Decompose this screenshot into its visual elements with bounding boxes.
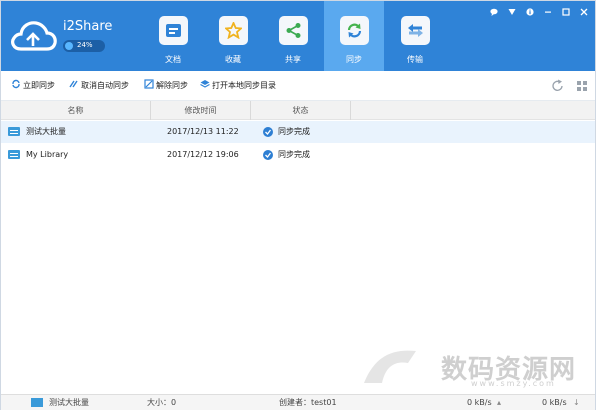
check-circle-icon bbox=[263, 127, 273, 137]
storage-usage-badge: 24% bbox=[63, 40, 105, 52]
toolbar: 立即同步 取消自动同步 解除同步 打开本地同步目录 bbox=[1, 71, 595, 101]
tab-label: 收藏 bbox=[225, 55, 241, 64]
maximize-icon[interactable] bbox=[560, 5, 572, 19]
chat-icon[interactable] bbox=[488, 5, 500, 19]
wifi-icon[interactable] bbox=[506, 5, 518, 19]
unsync-button[interactable]: 解除同步 bbox=[144, 79, 188, 93]
upload-arrow-icon: ▴ bbox=[497, 398, 502, 407]
upload-speed: 0 kB/s bbox=[467, 398, 492, 407]
cancel-auto-sync-icon bbox=[69, 80, 78, 88]
tab-label: 共享 bbox=[285, 55, 301, 64]
check-circle-icon bbox=[263, 150, 273, 160]
tab-label: 同步 bbox=[346, 55, 362, 64]
sync-folder-icon bbox=[8, 150, 20, 159]
tab-sync[interactable]: 同步 bbox=[324, 1, 384, 71]
sync-now-button[interactable]: 立即同步 bbox=[11, 79, 55, 93]
header-bar: i2Share 24% 文档 收藏 共享 同步 传输 bbox=[1, 1, 595, 71]
column-header-modified[interactable]: 修改时间 bbox=[151, 101, 251, 120]
info-icon[interactable] bbox=[524, 5, 536, 19]
tab-label: 传输 bbox=[407, 55, 423, 64]
tab-documents[interactable]: 文档 bbox=[143, 1, 203, 71]
unsync-label: 解除同步 bbox=[156, 81, 188, 90]
cloud-logo-icon bbox=[11, 21, 57, 51]
column-header-status[interactable]: 状态 bbox=[251, 101, 351, 120]
sync-now-label: 立即同步 bbox=[23, 81, 55, 90]
close-icon[interactable] bbox=[578, 5, 590, 19]
table-header: 名称 修改时间 状态 bbox=[1, 101, 595, 120]
status-size: 大小：0 bbox=[147, 398, 177, 407]
column-header-name[interactable]: 名称 bbox=[1, 101, 151, 120]
download-speed: 0 kB/s bbox=[542, 398, 567, 407]
share-icon bbox=[279, 16, 308, 45]
row-time: 2017/12/12 19:06 bbox=[167, 150, 239, 159]
star-icon bbox=[219, 16, 248, 45]
watermark-url: www.smzy.com bbox=[471, 379, 556, 388]
sync-now-icon bbox=[12, 79, 20, 89]
tab-label: 文档 bbox=[165, 55, 181, 64]
sync-folder-icon bbox=[8, 127, 20, 136]
row-status: 同步完成 bbox=[278, 127, 310, 136]
layers-icon bbox=[200, 80, 210, 88]
cancel-auto-sync-button[interactable]: 取消自动同步 bbox=[69, 79, 129, 93]
grid-view-icon[interactable] bbox=[575, 79, 589, 93]
cancel-auto-sync-label: 取消自动同步 bbox=[81, 81, 129, 90]
unsync-icon bbox=[144, 79, 154, 89]
row-name: My Library bbox=[26, 150, 69, 159]
status-bar: 测试大批量 大小：0 创建者：test01 0 kB/s ▴ 0 kB/s ↓ bbox=[1, 394, 595, 410]
transfer-icon bbox=[401, 16, 430, 45]
table-row[interactable]: 测试大批量 2017/12/13 11:22 同步完成 bbox=[1, 121, 595, 143]
usage-dot-icon bbox=[65, 42, 73, 50]
app-window: i2Share 24% 文档 收藏 共享 同步 传输 立即同步 取消自动同步 解… bbox=[0, 0, 596, 410]
tab-transfer[interactable]: 传输 bbox=[385, 1, 445, 71]
status-selected-name: 测试大批量 bbox=[49, 398, 89, 407]
download-arrow-icon: ↓ bbox=[573, 398, 580, 407]
row-name: 测试大批量 bbox=[26, 127, 66, 136]
row-time: 2017/12/13 11:22 bbox=[167, 127, 239, 136]
sync-icon bbox=[340, 16, 369, 45]
usage-percent: 24% bbox=[77, 41, 93, 49]
status-creator: 创建者：test01 bbox=[279, 398, 337, 407]
minimize-icon[interactable] bbox=[542, 5, 554, 19]
app-name: i2Share bbox=[63, 19, 113, 34]
refresh-icon[interactable] bbox=[551, 79, 565, 93]
table-row[interactable]: My Library 2017/12/12 19:06 同步完成 bbox=[1, 144, 595, 166]
sync-folder-icon bbox=[31, 398, 43, 407]
tab-share[interactable]: 共享 bbox=[263, 1, 323, 71]
open-local-dir-label: 打开本地同步目录 bbox=[212, 81, 276, 90]
document-icon bbox=[159, 16, 188, 45]
row-status: 同步完成 bbox=[278, 150, 310, 159]
tab-favorites[interactable]: 收藏 bbox=[203, 1, 263, 71]
open-local-dir-button[interactable]: 打开本地同步目录 bbox=[200, 79, 276, 93]
